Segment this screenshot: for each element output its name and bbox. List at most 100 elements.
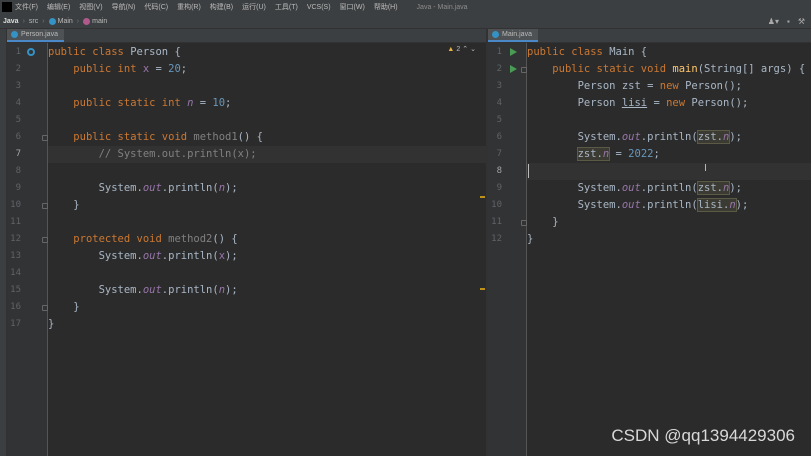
code-line[interactable] — [48, 163, 486, 180]
run-icon[interactable] — [510, 48, 517, 56]
mouse-ibeam-icon: I — [704, 163, 707, 174]
line-number: 15 — [10, 285, 21, 295]
line-number: 5 — [15, 115, 21, 125]
class-usage-icon[interactable] — [27, 48, 35, 56]
code-line[interactable]: public static int n = 10; — [48, 95, 486, 112]
code-line[interactable]: } — [527, 231, 811, 248]
inspection-widget[interactable]: ▲ 2 ⌃ ⌄ — [447, 45, 476, 54]
run-config-icon[interactable]: ▪ — [787, 17, 790, 26]
line-number: 8 — [496, 166, 502, 176]
code-line[interactable] — [527, 163, 811, 180]
line-number: 3 — [15, 81, 21, 91]
class-icon — [492, 31, 499, 38]
menu-item[interactable]: 代码(C) — [144, 4, 168, 11]
line-number: 14 — [10, 268, 21, 278]
breadcrumb-method[interactable]: main — [92, 18, 107, 25]
menu-item[interactable]: 工具(T) — [275, 4, 298, 11]
code-line[interactable] — [48, 78, 486, 95]
line-number: 7 — [15, 149, 21, 159]
menu-item[interactable]: 帮助(H) — [374, 4, 398, 11]
run-icon[interactable] — [510, 65, 517, 73]
editor-tabbar: Person.java — [7, 29, 486, 43]
code-line[interactable]: System.out.println(zst.n); — [527, 180, 811, 197]
code-line[interactable]: } — [48, 299, 486, 316]
warning-icon: ▲ — [447, 45, 455, 53]
editor-tabbar: Main.java — [488, 29, 811, 43]
line-number: 7 — [496, 149, 502, 159]
code-line[interactable] — [48, 214, 486, 231]
line-number: 9 — [15, 183, 21, 193]
line-number: 8 — [15, 166, 21, 176]
text-caret — [528, 164, 529, 178]
menu-item[interactable]: 构建(B) — [210, 4, 233, 11]
code-line[interactable] — [48, 265, 486, 282]
line-number: 16 — [10, 302, 21, 312]
breadcrumb-project[interactable]: Java — [3, 18, 19, 25]
code-line[interactable]: Person zst = new Person(); — [527, 78, 811, 95]
watermark: CSDN @qq1394429306 — [611, 426, 795, 445]
code-line[interactable]: System.out.println(n); — [48, 180, 486, 197]
code-line[interactable]: public static void main(String[] args) { — [527, 61, 811, 78]
menu-item[interactable]: 运行(U) — [242, 4, 266, 11]
line-number: 2 — [496, 64, 502, 74]
code-line[interactable]: Person lisi = new Person(); — [527, 95, 811, 112]
code-line[interactable]: } — [48, 197, 486, 214]
line-number: 3 — [496, 81, 502, 91]
breadcrumb: Java › src › Main › main — [3, 17, 107, 25]
breadcrumb-folder[interactable]: src — [29, 18, 38, 25]
chevron-up-icon[interactable]: ⌃ — [462, 45, 468, 53]
code-line[interactable]: public class Person { — [48, 44, 486, 61]
line-number: 6 — [15, 132, 21, 142]
code-line[interactable]: protected void method2() { — [48, 231, 486, 248]
menu-item[interactable]: 重构(R) — [177, 4, 201, 11]
code-line[interactable] — [48, 112, 486, 129]
menu-item[interactable]: 导航(N) — [112, 4, 136, 11]
code-line[interactable]: System.out.println(n); — [48, 282, 486, 299]
line-gutter: 1 2 3 4 5 6 7 8 9 10 11 12 — [488, 43, 527, 456]
line-gutter: 1 2 3 4 5 6 7 8 9 10 11 12 13 14 15 16 17 — [7, 43, 48, 456]
code-line[interactable]: } — [48, 316, 486, 333]
navigation-bar: Java › src › Main › main ♟▾ ▪ ⚒ — [0, 14, 811, 29]
line-number: 13 — [10, 251, 21, 261]
code-line[interactable] — [527, 112, 811, 129]
hammer-icon[interactable]: ⚒ — [798, 17, 805, 26]
line-number: 10 — [491, 200, 502, 210]
code-line[interactable]: zst.n = 2022; — [527, 146, 811, 163]
menu-bar: 文件(F) 编辑(E) 视图(V) 导航(N) 代码(C) 重构(R) 构建(B) 运行(U)… — [0, 0, 811, 15]
breadcrumb-class[interactable]: Main — [58, 18, 73, 25]
chevron-right-icon: › — [22, 17, 25, 25]
line-number: 9 — [496, 183, 502, 193]
line-number: 11 — [10, 217, 21, 227]
code-line[interactable]: public class Main { — [527, 44, 811, 61]
code-line[interactable]: // System.out.println(x); — [48, 146, 486, 163]
error-stripe-marker[interactable] — [480, 287, 485, 290]
error-stripe-marker[interactable] — [480, 195, 485, 198]
code-line[interactable]: System.out.println(lisi.n); — [527, 197, 811, 214]
code-area[interactable]: public class Main { public static void m… — [527, 43, 811, 456]
menu-item[interactable]: 窗口(W) — [340, 4, 365, 11]
code-line[interactable]: public int x = 20; — [48, 61, 486, 78]
user-icon[interactable]: ♟▾ — [768, 17, 779, 26]
tab-person-java[interactable]: Person.java — [7, 29, 64, 42]
code-line[interactable]: } — [527, 214, 811, 231]
tab-label: Person.java — [21, 31, 58, 38]
method-icon — [83, 17, 91, 25]
menu-item[interactable]: 编辑(E) — [47, 4, 70, 11]
code-area[interactable]: public class Person { public int x = 20;… — [48, 43, 486, 456]
tool-window-strip — [0, 29, 7, 456]
code-line[interactable]: public static void method1() { — [48, 129, 486, 146]
code-line[interactable]: System.out.println(zst.n); — [527, 129, 811, 146]
line-number: 6 — [496, 132, 502, 142]
menu-items: 文件(F) 编辑(E) 视图(V) 导航(N) 代码(C) 重构(R) 构建(B) 运行(U)… — [15, 2, 407, 12]
class-icon — [11, 31, 18, 38]
line-number: 2 — [15, 64, 21, 74]
tab-label: Main.java — [502, 31, 532, 38]
code-line[interactable]: System.out.println(x); — [48, 248, 486, 265]
menu-item[interactable]: 视图(V) — [79, 4, 102, 11]
line-number: 12 — [10, 234, 21, 244]
chevron-down-icon[interactable]: ⌄ — [470, 45, 476, 53]
menu-item[interactable]: 文件(F) — [15, 4, 38, 11]
tab-main-java[interactable]: Main.java — [488, 29, 538, 42]
editor-person: Person.java 1 2 3 4 5 6 7 8 9 10 11 12 13 14 15 16 17 pu… — [7, 29, 486, 456]
menu-item[interactable]: VCS(S) — [307, 4, 331, 11]
